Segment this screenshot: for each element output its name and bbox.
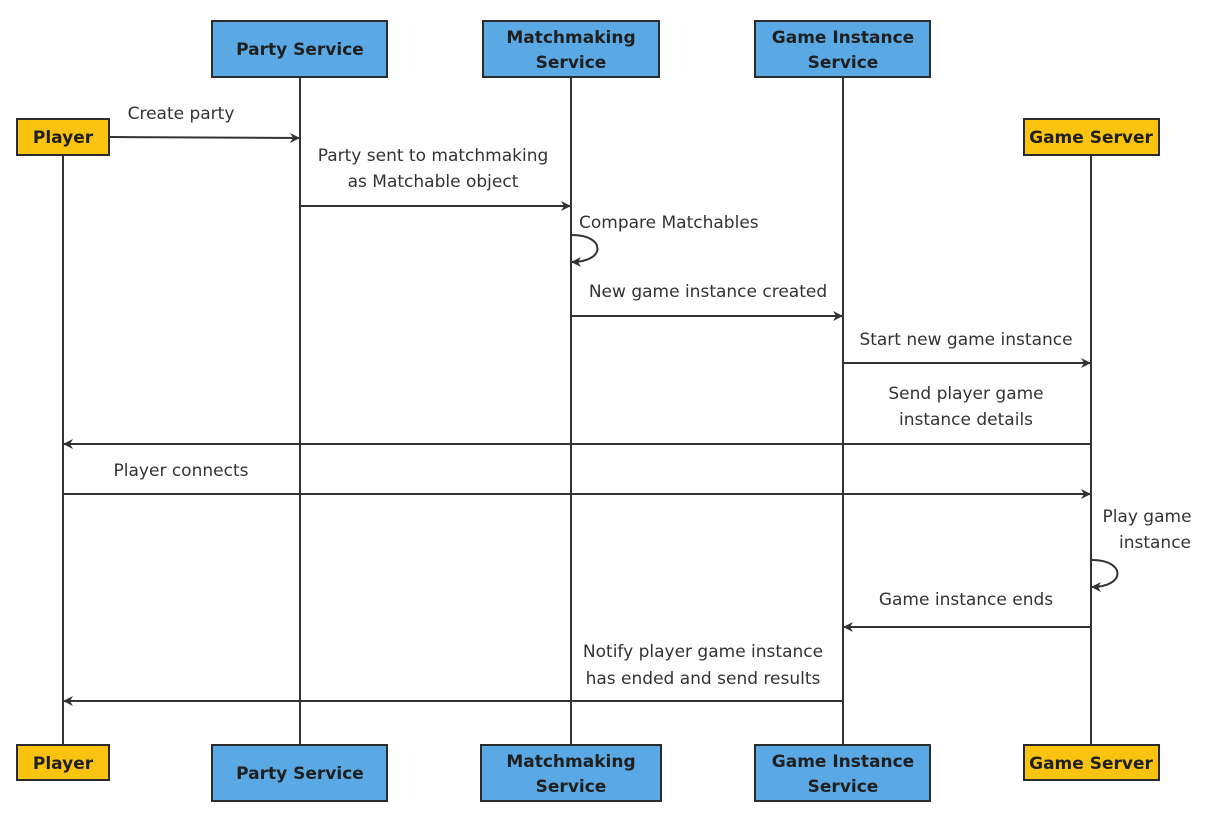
message-game-instance-ends: Game instance ends: [843, 590, 1091, 632]
participant-party-service-top: Party Service: [211, 20, 388, 78]
message-compare-matchables: Compare Matchables: [571, 213, 759, 267]
message-player-connects: Player connects: [63, 461, 1091, 499]
message-new-game-instance-created: New game instance created: [571, 282, 843, 321]
participant-label: Game Instance: [772, 752, 914, 772]
participant-game-instance-service-top: Game Instance Service: [754, 20, 931, 78]
message-label: Send player game: [888, 384, 1043, 404]
participant-label: Party Service: [236, 40, 364, 60]
message-label: as Matchable object: [348, 172, 519, 192]
message-label: Player connects: [114, 461, 249, 481]
participant-player-bottom: Player: [16, 744, 110, 781]
participant-label: Matchmaking: [506, 28, 635, 48]
message-label: Party sent to matchmaking: [318, 146, 549, 166]
message-label: Game instance ends: [879, 590, 1053, 610]
message-label: Start new game instance: [859, 330, 1072, 350]
participant-label: Service: [808, 53, 879, 73]
participant-matchmaking-service-bottom: Matchmaking Service: [480, 744, 662, 802]
message-party-sent-to-matchmaking: Party sent to matchmaking as Matchable o…: [300, 146, 571, 211]
participant-matchmaking-service-top: Matchmaking Service: [482, 20, 660, 78]
participant-label: Game Instance: [772, 28, 914, 48]
participant-label: Service: [808, 777, 879, 797]
message-label: Notify player game instance: [583, 642, 823, 662]
message-label: instance: [1119, 533, 1191, 553]
participant-game-server-top: Game Server: [1023, 118, 1160, 156]
participant-game-server-bottom: Game Server: [1023, 744, 1160, 781]
participant-label: Player: [33, 754, 94, 774]
message-start-new-game-instance: Start new game instance: [843, 330, 1091, 368]
message-play-game-instance: Play game instance: [1091, 507, 1192, 592]
participant-label: Service: [536, 53, 607, 73]
message-create-party: Create party: [109, 104, 300, 143]
message-label: Play game: [1102, 507, 1191, 527]
message-label: has ended and send results: [586, 669, 821, 689]
participant-label: Service: [536, 777, 607, 797]
participant-label: Game Server: [1029, 128, 1153, 148]
sequence-diagram: Player Party Service Matchmaking Service…: [16, 20, 1192, 802]
message-notify-player-results: Notify player game instance has ended an…: [63, 642, 843, 706]
participant-label: Matchmaking: [506, 752, 635, 772]
message-label: New game instance created: [589, 282, 827, 302]
participant-label: Party Service: [236, 764, 364, 784]
participant-label: Game Server: [1029, 754, 1153, 774]
message-send-player-game-instance-details: Send player game instance details: [63, 384, 1091, 449]
participant-label: Player: [33, 128, 94, 148]
message-label: Compare Matchables: [579, 213, 759, 233]
message-label: Create party: [128, 104, 235, 124]
message-label: instance details: [899, 410, 1033, 430]
participant-party-service-bottom: Party Service: [211, 744, 388, 802]
participant-player-top: Player: [16, 118, 110, 156]
participant-game-instance-service-bottom: Game Instance Service: [754, 744, 931, 802]
